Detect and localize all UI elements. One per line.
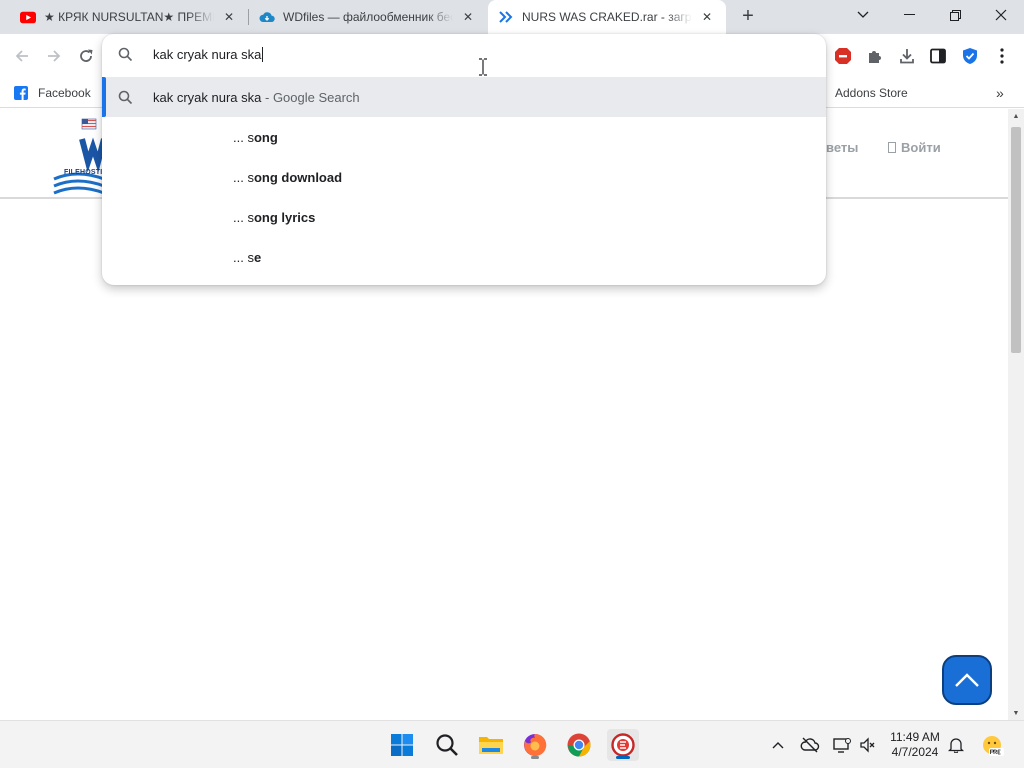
- side-panel-icon[interactable]: [926, 44, 950, 68]
- login-link[interactable]: Войти: [888, 140, 941, 155]
- suggestion-prefix: ... s: [233, 169, 254, 185]
- restore-button[interactable]: [932, 0, 978, 30]
- omnibox-dropdown: kak cryak nura ska kak cryak nura ska - …: [102, 34, 826, 285]
- volume-muted-icon[interactable]: [858, 735, 878, 755]
- windows-logo-icon: [391, 734, 413, 756]
- running-indicator: [531, 756, 539, 759]
- bookmark-addons-store[interactable]: Addons Store: [835, 82, 908, 104]
- suggestion-text: ... song: [233, 130, 278, 145]
- suggestion-text: ... song lyrics: [233, 210, 315, 225]
- forward-button[interactable]: [42, 44, 66, 68]
- active-app-button[interactable]: [607, 729, 639, 761]
- search-icon: [118, 90, 133, 108]
- bookmark-label: Facebook: [38, 86, 91, 100]
- login-icon: [888, 142, 896, 153]
- youtube-icon: [20, 9, 36, 25]
- chevrons-icon: [498, 9, 514, 25]
- taskbar-search-button[interactable]: [431, 729, 463, 761]
- cloud-offline-icon[interactable]: [800, 735, 820, 755]
- preview-build-icon[interactable]: [980, 735, 1004, 756]
- suggestion-text: ... song download: [233, 170, 342, 185]
- active-indicator: [616, 756, 630, 759]
- suggestion-google-search[interactable]: kak cryak nura ska - Google Search: [102, 77, 826, 117]
- adblock-extension-icon[interactable]: [831, 44, 855, 68]
- suggestion-completion: ong download: [253, 169, 343, 185]
- suggestion-suffix: - Google Search: [265, 89, 360, 105]
- suggestion-query: kak cryak nura ska: [153, 89, 262, 105]
- close-tab-icon[interactable]: ✕: [459, 8, 477, 26]
- suggestion-prefix: ... s: [233, 129, 254, 145]
- tab-strip: ★ КРЯК NURSULTAN★ ПРЕМИУМ ✕ WDfiles — фа…: [0, 0, 1024, 34]
- show-hidden-icons-button[interactable]: [768, 735, 788, 755]
- back-button[interactable]: [10, 44, 34, 68]
- suggestion-prefix: ... s: [233, 209, 254, 225]
- download-icon[interactable]: [895, 44, 919, 68]
- scroll-up-arrow-icon[interactable]: ▲: [1008, 109, 1024, 123]
- tab-title: ★ КРЯК NURSULTAN★ ПРЕМИУМ: [44, 10, 214, 24]
- close-tab-icon[interactable]: ✕: [220, 8, 238, 26]
- text-caret: [262, 47, 264, 62]
- chevron-up-icon: [772, 742, 784, 749]
- address-input[interactable]: kak cryak nura ska: [153, 47, 264, 62]
- file-explorer-button[interactable]: [475, 729, 507, 761]
- facebook-icon: [14, 86, 28, 100]
- scroll-to-top-button[interactable]: [942, 655, 992, 705]
- close-window-button[interactable]: [978, 0, 1024, 30]
- notification-bell-icon[interactable]: [946, 735, 966, 755]
- suggestion-text: kak cryak nura ska - Google Search: [153, 90, 360, 105]
- scroll-thumb[interactable]: [1011, 127, 1021, 353]
- suggestion-item[interactable]: ... song download: [102, 157, 826, 197]
- suggestion-item[interactable]: ... song lyrics: [102, 197, 826, 237]
- new-tab-button[interactable]: +: [736, 5, 760, 29]
- tab-nurs-rar[interactable]: NURS WAS CRAKED.rar - загрузка ✕: [488, 0, 726, 34]
- suggestion-item[interactable]: ... song: [102, 117, 826, 157]
- close-tab-icon[interactable]: ✕: [698, 8, 716, 26]
- shield-check-icon[interactable]: [958, 44, 982, 68]
- start-button[interactable]: [386, 729, 418, 761]
- reload-button[interactable]: [74, 44, 98, 68]
- bookmark-label: Addons Store: [835, 86, 908, 100]
- logo-text: FILEHOSTI: [64, 169, 103, 176]
- ibeam-cursor-icon: [478, 58, 488, 81]
- chrome-icon: [567, 733, 591, 757]
- address-bar[interactable]: kak cryak nura ska: [102, 34, 826, 76]
- search-icon: [436, 734, 458, 756]
- windows-taskbar: 11:49 AM 4/7/2024: [0, 720, 1024, 768]
- clock-date: 4/7/2024: [891, 745, 939, 759]
- suggestion-completion: e: [253, 249, 262, 265]
- tab-title: NURS WAS CRAKED.rar - загрузка: [522, 10, 692, 24]
- suggestion-prefix: ... s: [233, 249, 254, 265]
- extensions-puzzle-icon[interactable]: [863, 44, 887, 68]
- menu-kebab-icon[interactable]: [990, 44, 1014, 68]
- firefox-button[interactable]: [519, 729, 551, 761]
- cloud-icon: [259, 9, 275, 25]
- suggestion-completion: ong lyrics: [253, 209, 316, 225]
- minimize-button[interactable]: [886, 0, 932, 30]
- chrome-button[interactable]: [563, 729, 595, 761]
- bookmark-facebook[interactable]: Facebook: [14, 82, 91, 104]
- folder-icon: [479, 737, 503, 754]
- login-label: Войти: [901, 140, 941, 155]
- tab-youtube[interactable]: ★ КРЯК NURSULTAN★ ПРЕМИУМ ✕: [0, 0, 248, 34]
- suggestion-item[interactable]: ... se: [102, 237, 826, 277]
- system-clock[interactable]: 11:49 AM 4/7/2024: [884, 730, 946, 760]
- address-input-value: kak cryak nura ska: [153, 47, 262, 62]
- page-scrollbar[interactable]: ▲ ▼: [1008, 109, 1024, 720]
- firefox-icon: [524, 733, 547, 756]
- chevron-up-icon: [955, 673, 979, 687]
- app-logo-icon: [611, 733, 635, 757]
- suggestion-text: ... se: [233, 250, 261, 265]
- suggestion-completion: ong: [253, 129, 278, 145]
- bookmarks-overflow-icon[interactable]: »: [996, 82, 1004, 104]
- search-icon: [118, 47, 133, 65]
- nav-link-partial[interactable]: веты: [826, 140, 858, 155]
- scroll-down-arrow-icon[interactable]: ▼: [1008, 706, 1024, 720]
- display-icon[interactable]: [832, 735, 852, 755]
- clock-time: 11:49 AM: [890, 730, 940, 744]
- tab-title: WDfiles — файлообменник бесплатный: [283, 10, 453, 24]
- tab-search-button[interactable]: [840, 0, 886, 30]
- tab-wdfiles[interactable]: WDfiles — файлообменник бесплатный ✕: [249, 0, 487, 34]
